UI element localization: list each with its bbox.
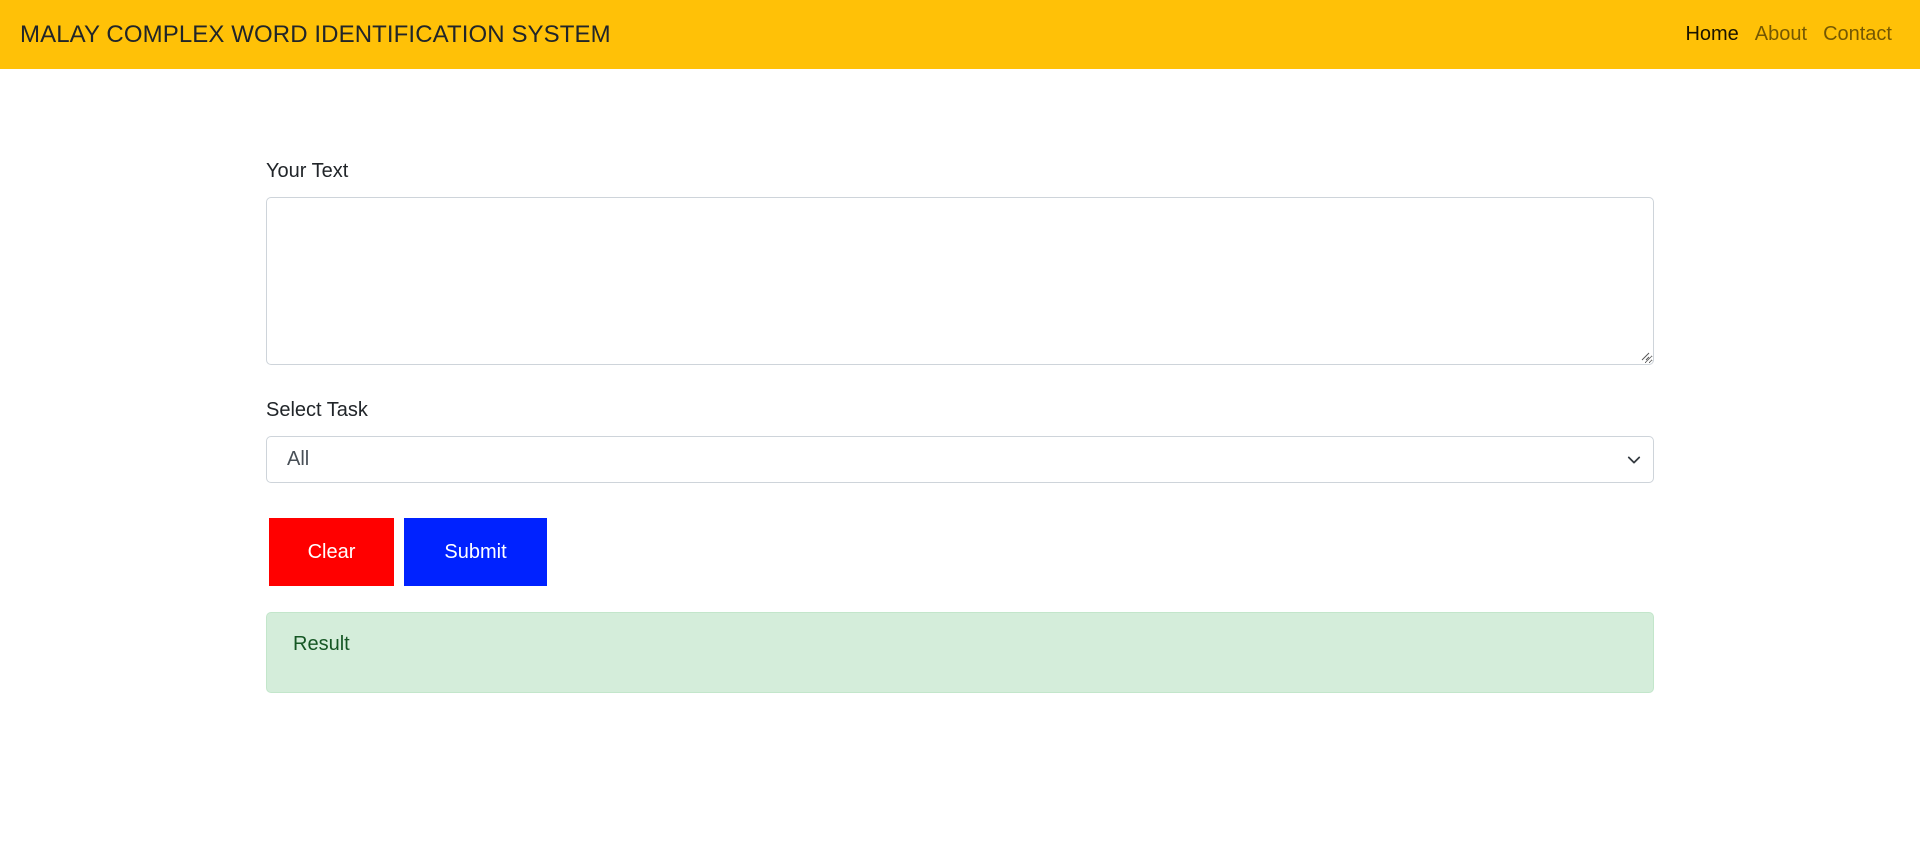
brand-title[interactable]: MALAY COMPLEX WORD IDENTIFICATION SYSTEM	[20, 21, 611, 49]
result-label: Result	[293, 633, 350, 655]
text-area-wrapper	[266, 197, 1654, 365]
nav-link-about[interactable]: About	[1747, 23, 1815, 46]
navbar: MALAY COMPLEX WORD IDENTIFICATION SYSTEM…	[0, 0, 1920, 69]
task-select-value: All	[287, 448, 310, 470]
text-label: Your Text	[266, 160, 349, 182]
chevron-down-icon	[1627, 456, 1641, 463]
result-panel: Result	[266, 612, 1654, 693]
action-buttons: Clear Submit	[266, 518, 1654, 586]
nav-link-home[interactable]: Home	[1677, 23, 1746, 46]
nav-links: Home About Contact	[1677, 23, 1900, 46]
text-input[interactable]	[266, 197, 1654, 365]
task-select[interactable]: All	[266, 436, 1654, 483]
submit-button[interactable]: Submit	[404, 518, 547, 586]
resize-grip-icon[interactable]	[1640, 351, 1650, 361]
main-form-container: Your Text Select Task All Clear Submit R…	[266, 160, 1654, 693]
clear-button[interactable]: Clear	[269, 518, 394, 586]
nav-link-contact[interactable]: Contact	[1815, 23, 1900, 46]
task-label: Select Task	[266, 399, 368, 421]
